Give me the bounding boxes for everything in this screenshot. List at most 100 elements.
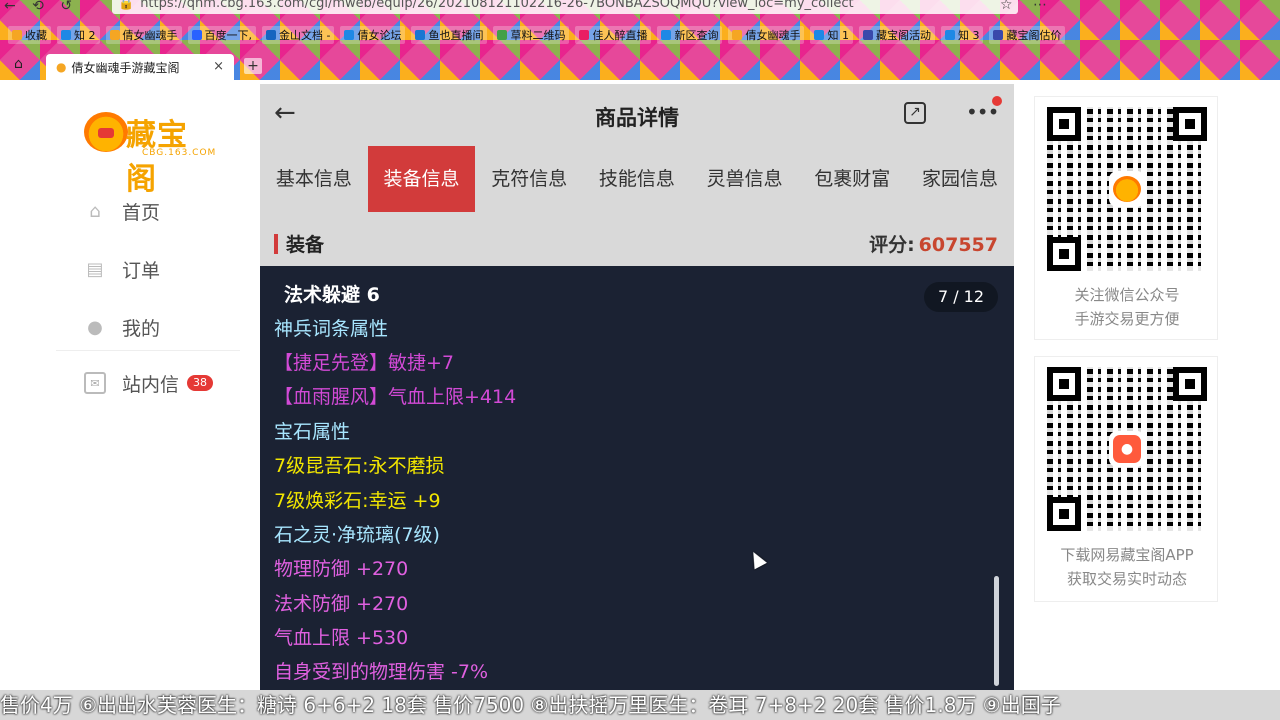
bookmark-item[interactable]: 百度一下, bbox=[187, 26, 256, 44]
bookmark-item[interactable]: 金山文档 - bbox=[262, 26, 335, 44]
sidebar-item-label: 站内信 bbox=[122, 373, 180, 396]
bookmark-favicon-icon bbox=[993, 30, 1004, 40]
equipment-attributes-panel[interactable]: 7 / 12 法术躲避 6 神兵词条属性 【捷足先登】敏捷+7 【血雨腥风】气血上限+… bbox=[260, 266, 1014, 700]
detail-tab[interactable]: 包裹财富 bbox=[798, 146, 906, 212]
equipment-attribute-line: 气血上限 +530 bbox=[274, 627, 409, 649]
ticker-text: 售价4万 ⑥出出水芙蓉医生：糖诗 6+6+2 18套 售价7500 ⑧出扶摇万里… bbox=[0, 693, 1061, 717]
bookmark-favicon-icon bbox=[344, 30, 355, 40]
cbg-logo[interactable]: 藏宝阁 CBG.163.COM bbox=[84, 104, 217, 197]
nav-back-forward-icons[interactable]: ← ⟲ ↺ bbox=[4, 0, 78, 14]
user-icon: ● bbox=[87, 316, 103, 338]
bookmark-label: 倩女论坛 bbox=[357, 29, 402, 42]
bookmark-favicon-icon bbox=[415, 30, 426, 40]
equipment-attribute-line: 宝石属性 bbox=[274, 421, 351, 443]
qr-caption-line2: 获取交易实时动态 bbox=[1066, 570, 1187, 588]
detail-tab[interactable]: 基本信息 bbox=[260, 146, 368, 212]
secure-lock-icon: 🔒 bbox=[118, 0, 135, 11]
sidebar-item-messages[interactable]: ✉ 站内信 38 bbox=[84, 354, 214, 412]
bookmark-label: 知 3 bbox=[957, 29, 980, 42]
bookmark-item[interactable]: 知 1 bbox=[810, 26, 853, 44]
unread-badge: 38 bbox=[187, 375, 214, 391]
sidebar-menu: ⌂ 首页 ▤ 订单 ● 我的 bbox=[84, 182, 234, 356]
bookmark-favicon-icon bbox=[191, 30, 202, 40]
tab-close-icon[interactable]: × bbox=[213, 59, 224, 74]
bookmark-favicon-icon bbox=[12, 30, 22, 40]
bookmark-item[interactable]: 倩女幽魂手 bbox=[728, 26, 805, 44]
equipment-attribute-line: 法术躲避 6 bbox=[284, 284, 380, 306]
bookmark-favicon-icon bbox=[732, 30, 743, 40]
logo-subtext: CBG.163.COM bbox=[142, 148, 217, 158]
bookmark-item[interactable]: 草料二维码 bbox=[493, 26, 570, 44]
browser-chrome: ← ⟲ ↺ 🔒 https://qnm.cbg.163.com/cgi/mweb/… bbox=[0, 0, 1280, 80]
score-value: 607557 bbox=[918, 234, 998, 256]
sidebar-item-mine[interactable]: ● 我的 bbox=[84, 298, 234, 356]
bookmark-favicon-icon bbox=[266, 30, 276, 40]
sidebar-item-home[interactable]: ⌂ 首页 bbox=[84, 182, 234, 240]
qr-caption-line1: 下载网易藏宝阁APP bbox=[1060, 546, 1194, 564]
bookmark-label: 佳人醉直播 bbox=[592, 29, 648, 42]
bookmark-label: 草料二维码 bbox=[510, 29, 566, 42]
bookmark-item[interactable]: 知 3 bbox=[940, 26, 984, 44]
new-tab-button[interactable]: + bbox=[244, 58, 262, 74]
browser-tab[interactable]: ● 倩女幽魂手游藏宝阁 × bbox=[46, 54, 234, 80]
order-icon: ▤ bbox=[86, 258, 104, 280]
detail-tab[interactable]: 灵兽信息 bbox=[691, 146, 799, 212]
bookmark-item[interactable]: 收藏 bbox=[8, 26, 51, 44]
bookmark-label: 藏宝阁估价 bbox=[1006, 29, 1062, 42]
bookmark-favicon-icon bbox=[579, 30, 590, 40]
equipment-attribute-line: 【血雨腥风】气血上限+414 bbox=[274, 386, 517, 408]
bookmark-item[interactable]: 藏宝阁活动 bbox=[858, 26, 935, 44]
home-icon[interactable]: ⌂ bbox=[14, 56, 23, 72]
address-bar[interactable]: 🔒 https://qnm.cbg.163.com/cgi/mweb/equip/… bbox=[112, 0, 1018, 14]
bookmark-item[interactable]: 倩女论坛 bbox=[340, 26, 406, 44]
equipment-attribute-line: 石之灵·净琉璃(7级) bbox=[274, 524, 440, 546]
bookmark-label: 金山文档 - bbox=[279, 29, 331, 42]
share-icon[interactable]: ↗ bbox=[904, 102, 926, 124]
bookmark-label: 知 2 bbox=[74, 29, 96, 42]
section-header: 装备 评分: 607557 bbox=[260, 212, 1014, 266]
left-sidebar: 藏宝阁 CBG.163.COM ⌂ 首页 ▤ 订单 ● 我的 ✉ 站内信 38 bbox=[56, 80, 240, 418]
app-logo-icon: ● bbox=[1113, 435, 1141, 463]
equipment-attribute-line: 7级焕彩石:幸运 +9 bbox=[274, 490, 441, 512]
section-title: 装备 bbox=[286, 234, 325, 256]
detail-tab[interactable]: 克符信息 bbox=[475, 146, 583, 212]
qr-code bbox=[1047, 107, 1207, 271]
bookmark-favicon-icon bbox=[944, 30, 955, 40]
bookmark-favicon-icon bbox=[862, 30, 873, 40]
bookmark-item[interactable]: 藏宝阁估价 bbox=[989, 26, 1066, 44]
divider bbox=[56, 350, 240, 351]
detail-tab[interactable]: 装备信息 bbox=[367, 146, 476, 212]
equipment-attribute-line: 法术防御 +270 bbox=[274, 593, 409, 615]
bookmark-item[interactable]: 知 2 bbox=[57, 26, 100, 44]
bookmark-label: 倩女幽魂手 bbox=[122, 29, 178, 42]
mail-icon: ✉ bbox=[84, 372, 106, 394]
tab-title: 倩女幽魂手游藏宝阁 bbox=[71, 60, 180, 75]
star-icon[interactable]: ☆ ⋯ bbox=[1000, 0, 1055, 13]
sidebar-item-label: 我的 bbox=[122, 317, 161, 340]
score: 评分: 607557 bbox=[869, 230, 998, 257]
qr-code: ● bbox=[1047, 367, 1207, 531]
sidebar-item-orders[interactable]: ▤ 订单 bbox=[84, 240, 234, 298]
detail-tab[interactable]: 家园信息 bbox=[906, 146, 1014, 212]
bookmarks-bar: 收藏 知 2 倩女幽魂手 百度一下, 金山文档 - 倩女论坛 鱼也直播间 草料二维码 佳人醉直播… bbox=[0, 24, 1280, 46]
address-row: ← ⟲ ↺ 🔒 https://qnm.cbg.163.com/cgi/mweb/… bbox=[0, 0, 1280, 16]
scrollbar-thumb[interactable] bbox=[994, 576, 999, 686]
cbg-emblem-icon bbox=[1113, 176, 1141, 202]
qr-caption-line1: 关注微信公众号 bbox=[1074, 286, 1180, 304]
bookmark-item[interactable]: 新区查询 bbox=[657, 26, 723, 44]
cbg-favicon-icon: ● bbox=[56, 60, 67, 74]
bookmark-label: 藏宝阁活动 bbox=[875, 29, 931, 42]
home-icon: ⌂ bbox=[89, 200, 101, 222]
wechat-qr-card: 关注微信公众号 手游交易更方便 bbox=[1034, 96, 1218, 340]
logo-emblem-icon bbox=[84, 112, 128, 152]
equipment-attribute-line: 自身受到的物理伤害 -7% bbox=[274, 661, 489, 683]
detail-tab[interactable]: 技能信息 bbox=[583, 146, 691, 212]
bookmark-item[interactable]: 佳人醉直播 bbox=[575, 26, 652, 44]
bookmark-item[interactable]: 鱼也直播间 bbox=[411, 26, 488, 44]
bookmark-label: 倩女幽魂手 bbox=[745, 29, 801, 42]
equipment-attribute-line: 物理防御 +270 bbox=[274, 558, 409, 580]
bookmark-label: 鱼也直播间 bbox=[428, 29, 484, 42]
bookmark-favicon-icon bbox=[109, 30, 120, 40]
section-accent-bar bbox=[274, 234, 278, 254]
bookmark-item[interactable]: 倩女幽魂手 bbox=[105, 26, 182, 44]
